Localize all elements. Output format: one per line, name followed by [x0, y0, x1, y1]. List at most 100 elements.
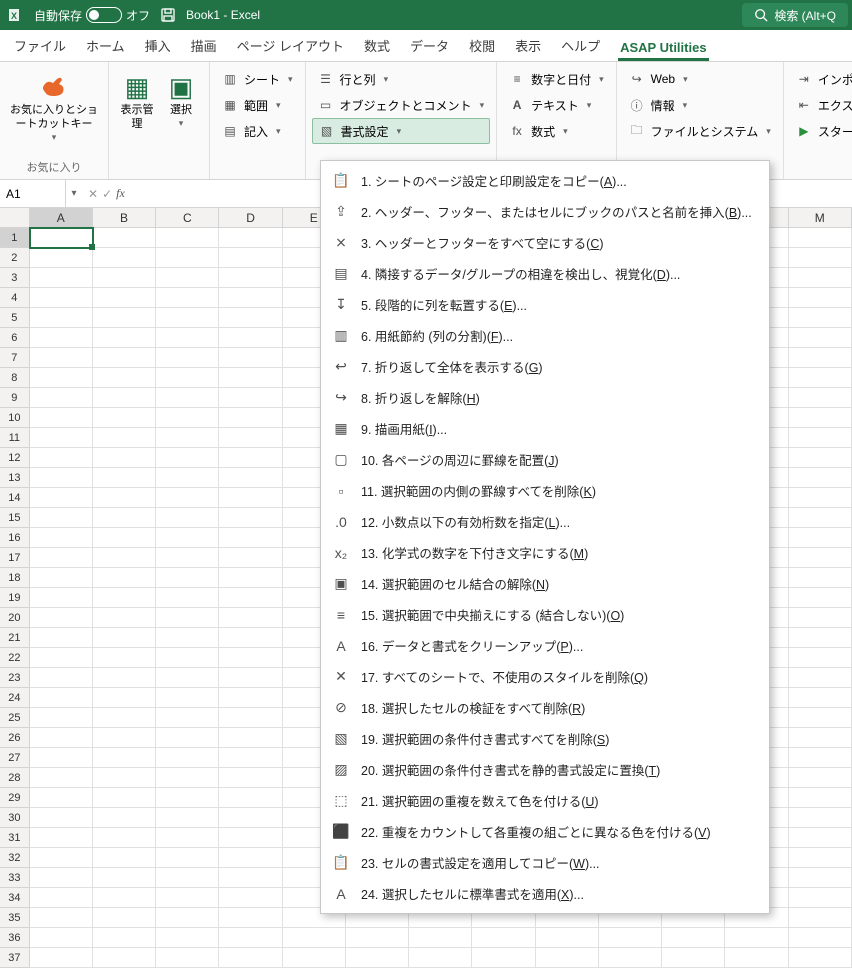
cell[interactable]	[789, 488, 852, 508]
cell[interactable]	[219, 348, 282, 368]
cell[interactable]	[30, 388, 93, 408]
cell[interactable]	[789, 868, 852, 888]
cell[interactable]	[30, 228, 93, 248]
menu-item-2[interactable]: ⇪2. ヘッダー、フッター、またはセルにブックのパスと名前を挿入(B)...	[321, 196, 769, 227]
cell[interactable]	[30, 328, 93, 348]
cell[interactable]	[30, 488, 93, 508]
cell[interactable]	[30, 808, 93, 828]
cell[interactable]	[156, 748, 219, 768]
row-header[interactable]: 20	[0, 608, 30, 628]
cell[interactable]	[789, 728, 852, 748]
cell[interactable]	[30, 248, 93, 268]
tab-0[interactable]: ファイル	[4, 30, 76, 61]
row-header[interactable]: 34	[0, 888, 30, 908]
cell[interactable]	[93, 348, 156, 368]
cell[interactable]	[30, 428, 93, 448]
cell[interactable]	[156, 768, 219, 788]
tab-3[interactable]: 描画	[181, 30, 227, 61]
cell[interactable]	[30, 748, 93, 768]
cell[interactable]	[93, 928, 156, 948]
cell[interactable]	[93, 708, 156, 728]
cell[interactable]	[219, 368, 282, 388]
row-header[interactable]: 2	[0, 248, 30, 268]
cell[interactable]	[30, 688, 93, 708]
cell[interactable]	[156, 448, 219, 468]
row-header[interactable]: 22	[0, 648, 30, 668]
menu-item-24[interactable]: A24. 選択したセルに標準書式を適用(X)...	[321, 878, 769, 909]
cell[interactable]	[219, 508, 282, 528]
cell[interactable]	[156, 828, 219, 848]
cell[interactable]	[30, 648, 93, 668]
cell[interactable]	[30, 768, 93, 788]
cell[interactable]	[599, 948, 662, 968]
cell[interactable]	[156, 788, 219, 808]
cell[interactable]	[599, 928, 662, 948]
menu-item-8[interactable]: ↪8. 折り返しを解除(H)	[321, 382, 769, 413]
cell[interactable]	[156, 228, 219, 248]
save-icon[interactable]	[160, 7, 176, 23]
cell[interactable]	[219, 608, 282, 628]
cell[interactable]	[93, 808, 156, 828]
cell[interactable]	[219, 628, 282, 648]
cell[interactable]	[219, 848, 282, 868]
cell[interactable]	[93, 268, 156, 288]
cell[interactable]	[93, 828, 156, 848]
cell[interactable]	[219, 248, 282, 268]
cell[interactable]	[156, 468, 219, 488]
row-header[interactable]: 15	[0, 508, 30, 528]
cell[interactable]	[789, 568, 852, 588]
cell[interactable]	[30, 288, 93, 308]
cell[interactable]	[219, 688, 282, 708]
row-header[interactable]: 32	[0, 848, 30, 868]
cell[interactable]	[536, 948, 599, 968]
cell[interactable]	[789, 828, 852, 848]
cell[interactable]	[219, 948, 282, 968]
cell[interactable]	[93, 948, 156, 968]
cell[interactable]	[789, 228, 852, 248]
cell[interactable]	[789, 908, 852, 928]
row-header[interactable]: 36	[0, 928, 30, 948]
cell[interactable]	[30, 508, 93, 528]
cell[interactable]	[156, 808, 219, 828]
cell[interactable]	[219, 708, 282, 728]
cell[interactable]	[156, 488, 219, 508]
cell[interactable]	[219, 588, 282, 608]
cell[interactable]	[789, 588, 852, 608]
objects-button[interactable]: ▭オブジェクトとコメント▾	[312, 92, 491, 118]
menu-item-18[interactable]: ⊘18. 選択したセルの検証をすべて削除(R)	[321, 692, 769, 723]
cell[interactable]	[283, 948, 346, 968]
cell[interactable]	[30, 868, 93, 888]
cell[interactable]	[93, 448, 156, 468]
tab-10[interactable]: ASAP Utilities	[610, 34, 716, 61]
menu-item-15[interactable]: ≡15. 選択範囲で中央揃えにする (結合しない)(O)	[321, 599, 769, 630]
cell[interactable]	[789, 808, 852, 828]
cell[interactable]	[156, 408, 219, 428]
cell[interactable]	[662, 948, 725, 968]
cell[interactable]	[409, 928, 472, 948]
cell[interactable]	[156, 428, 219, 448]
search-box[interactable]: 検索 (Alt+Q	[742, 3, 848, 27]
row-header[interactable]: 21	[0, 628, 30, 648]
cell[interactable]	[156, 648, 219, 668]
view-manager-button[interactable]: ▦ 表示管理	[115, 66, 159, 132]
cell[interactable]	[219, 768, 282, 788]
row-header[interactable]: 16	[0, 528, 30, 548]
select-all-corner[interactable]	[0, 208, 30, 227]
menu-item-14[interactable]: ▣14. 選択範囲のセル結合の解除(N)	[321, 568, 769, 599]
cell[interactable]	[156, 268, 219, 288]
cell[interactable]	[219, 328, 282, 348]
cell[interactable]	[93, 588, 156, 608]
cell[interactable]	[789, 848, 852, 868]
cell[interactable]	[156, 708, 219, 728]
format-settings-button[interactable]: ▧書式設定▾	[312, 118, 491, 144]
cell[interactable]	[93, 528, 156, 548]
cell[interactable]	[156, 308, 219, 328]
menu-item-16[interactable]: A16. データと書式をクリーンアップ(P)...	[321, 630, 769, 661]
cell[interactable]	[219, 228, 282, 248]
row-header[interactable]: 31	[0, 828, 30, 848]
cell[interactable]	[93, 228, 156, 248]
cell[interactable]	[93, 688, 156, 708]
menu-item-5[interactable]: ↧5. 段階的に列を転置する(E)...	[321, 289, 769, 320]
menu-item-21[interactable]: ⬚21. 選択範囲の重複を数えて色を付ける(U)	[321, 785, 769, 816]
cell[interactable]	[789, 608, 852, 628]
